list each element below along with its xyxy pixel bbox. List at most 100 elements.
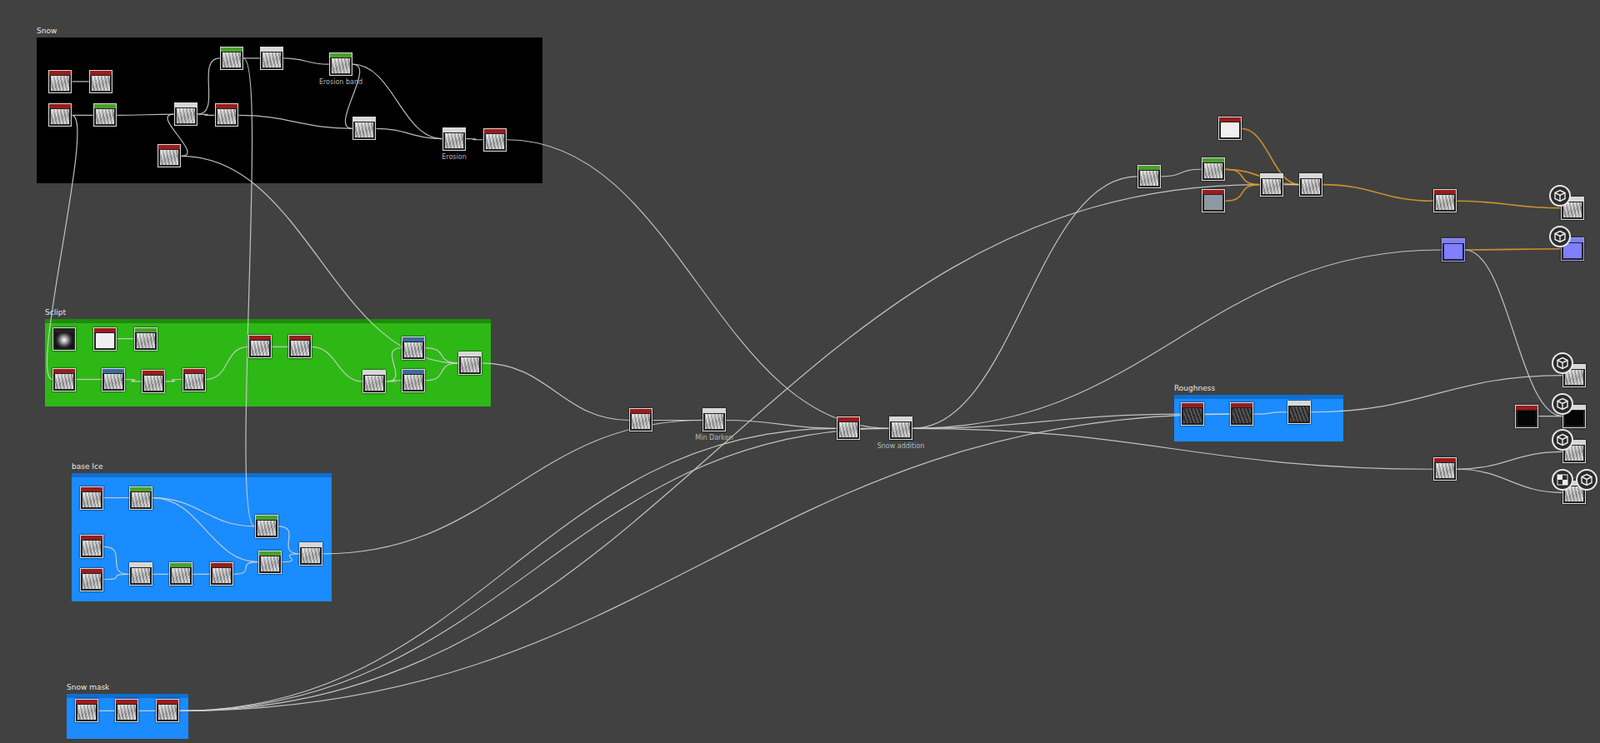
edge[interactable] — [98, 710, 115, 712]
edge[interactable] — [271, 346, 289, 348]
edge[interactable] — [1225, 185, 1260, 202]
edge[interactable] — [165, 380, 183, 382]
graph-node[interactable] — [1299, 173, 1323, 197]
edge[interactable] — [179, 414, 1230, 711]
graph-node[interactable] — [1515, 405, 1539, 429]
cube-icon[interactable] — [1575, 469, 1598, 491]
graph-node[interactable] — [169, 562, 193, 586]
graph-node[interactable] — [155, 699, 180, 723]
edge[interactable] — [233, 562, 260, 575]
edge[interactable] — [1310, 375, 1564, 413]
graph-node[interactable] — [401, 369, 425, 393]
graph-node[interactable] — [1441, 238, 1465, 262]
edge[interactable] — [103, 574, 130, 580]
graph-node[interactable] — [129, 486, 153, 510]
edge[interactable] — [283, 58, 330, 65]
graph-node[interactable] — [182, 368, 206, 392]
edge[interactable] — [152, 498, 260, 563]
cube-icon[interactable] — [1551, 429, 1574, 451]
edge[interactable] — [385, 348, 402, 382]
edge[interactable] — [912, 176, 1138, 429]
graph-node[interactable] — [483, 128, 507, 152]
graph-node[interactable] — [1201, 157, 1225, 181]
graph-node[interactable] — [93, 103, 117, 127]
edge[interactable] — [71, 80, 90, 82]
graph-node[interactable] — [80, 486, 104, 510]
edge[interactable] — [281, 554, 300, 563]
edge[interactable] — [238, 115, 353, 129]
graph-node[interactable]: Min Darken — [702, 408, 726, 432]
edge[interactable] — [1283, 184, 1300, 185]
cube-icon[interactable] — [1551, 352, 1574, 375]
edge[interactable] — [311, 346, 363, 382]
graph-node[interactable] — [80, 568, 104, 592]
graph-node[interactable] — [141, 370, 165, 394]
edge[interactable] — [1160, 169, 1202, 177]
edge[interactable] — [179, 428, 890, 711]
graph-node[interactable] — [1201, 189, 1225, 213]
edge[interactable] — [1241, 128, 1300, 185]
graph-node[interactable] — [75, 699, 99, 723]
graph-node[interactable] — [362, 370, 386, 394]
graph-node[interactable] — [93, 327, 117, 351]
graph-node[interactable] — [48, 103, 72, 127]
graph-node[interactable] — [129, 562, 153, 586]
graph-node[interactable] — [1218, 116, 1242, 140]
edge[interactable] — [1225, 169, 1260, 185]
edge[interactable] — [243, 58, 255, 527]
edge[interactable] — [243, 57, 260, 59]
graph-node[interactable] — [458, 351, 482, 375]
edge[interactable] — [425, 348, 460, 364]
edge[interactable] — [1253, 412, 1288, 415]
edge[interactable] — [1204, 414, 1230, 415]
graph-node[interactable] — [629, 408, 653, 432]
edge[interactable] — [75, 379, 102, 380]
edge[interactable] — [1465, 250, 1564, 417]
edge[interactable] — [179, 428, 837, 711]
graph-node[interactable]: Erosion band — [329, 52, 353, 76]
edge[interactable] — [47, 115, 78, 380]
edge[interactable] — [192, 574, 210, 575]
graph-node[interactable] — [80, 535, 104, 559]
edge[interactable] — [1322, 185, 1433, 202]
edge[interactable] — [71, 115, 94, 116]
graph-node[interactable] — [248, 335, 272, 359]
graph-node[interactable] — [1137, 165, 1161, 189]
edge[interactable] — [1456, 451, 1564, 470]
graph-node[interactable] — [52, 327, 76, 351]
graph-frame[interactable]: base Ice — [71, 473, 332, 602]
graph-node[interactable] — [89, 70, 113, 94]
graph-node[interactable] — [134, 327, 158, 351]
cube-icon[interactable] — [1551, 393, 1574, 415]
edge[interactable] — [116, 114, 175, 115]
edge[interactable] — [506, 140, 890, 430]
edge[interactable] — [152, 498, 255, 527]
graph-node[interactable] — [115, 699, 139, 723]
graph-node[interactable] — [157, 144, 181, 168]
edge[interactable] — [481, 363, 629, 421]
edge[interactable] — [465, 139, 484, 140]
graph-node[interactable] — [1433, 189, 1457, 213]
edge[interactable] — [103, 546, 130, 575]
edge[interactable] — [425, 363, 460, 381]
graph-node[interactable] — [220, 46, 244, 70]
graph-node[interactable] — [174, 102, 198, 126]
graph-node[interactable] — [255, 515, 279, 539]
edge[interactable] — [138, 710, 156, 712]
graph-node[interactable] — [1433, 457, 1457, 481]
edge[interactable] — [278, 526, 300, 555]
graph-node[interactable] — [401, 336, 425, 360]
edge[interactable] — [1456, 200, 1561, 209]
graph-node[interactable] — [101, 368, 125, 392]
graph-node[interactable] — [210, 562, 234, 586]
edge[interactable] — [352, 64, 443, 139]
edge[interactable] — [385, 380, 402, 382]
edge[interactable] — [180, 155, 459, 364]
graph-node[interactable] — [1180, 402, 1205, 426]
graph-node[interactable] — [215, 103, 239, 127]
edge[interactable] — [912, 428, 1434, 470]
graph-node[interactable] — [48, 70, 72, 94]
graph-node[interactable]: Snow addition — [889, 416, 913, 440]
edge[interactable] — [912, 250, 1441, 429]
checker-icon[interactable] — [1551, 469, 1574, 491]
